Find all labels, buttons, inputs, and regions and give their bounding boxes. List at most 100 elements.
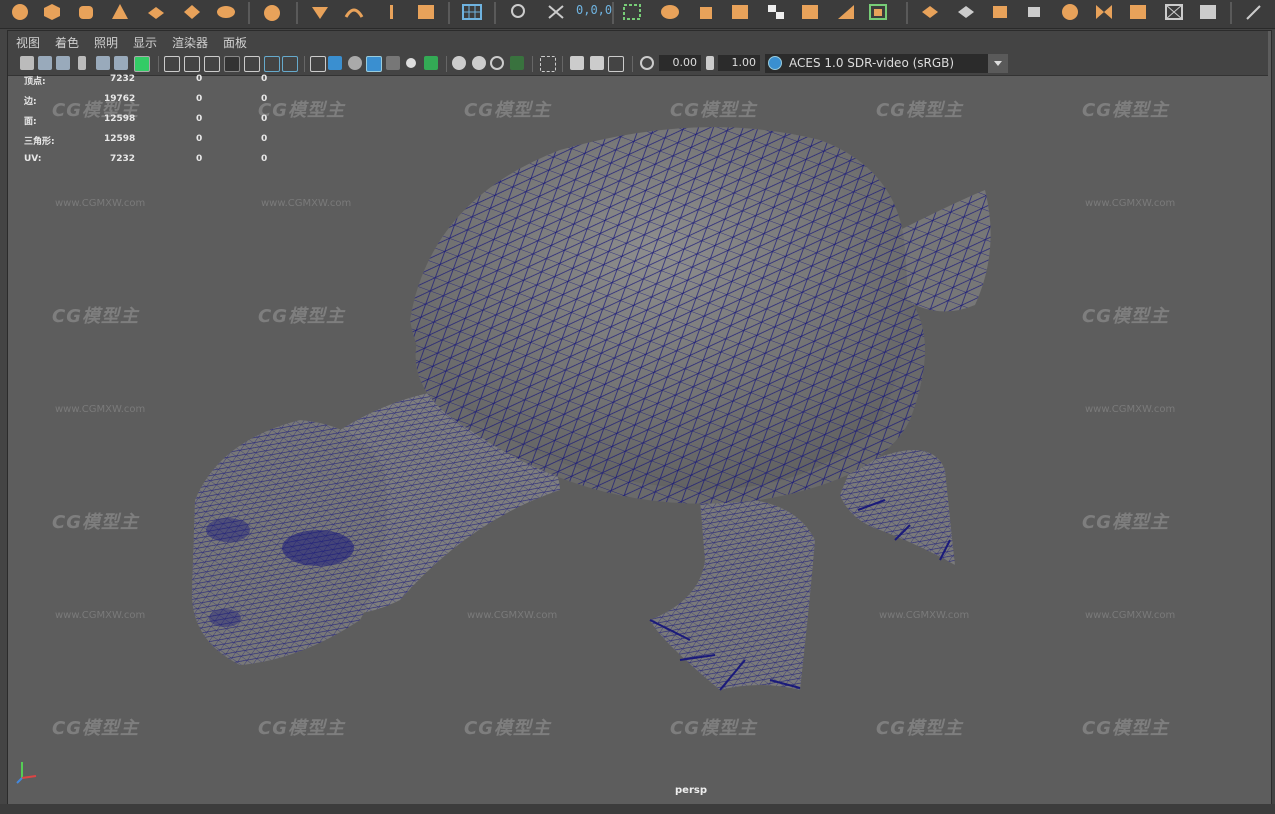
grid-icon[interactable] [462,3,482,21]
watermark-logo: CG模型主 [670,100,757,121]
hud-label-vertices: 顶点: [24,77,46,87]
bevel-icon[interactable] [836,3,856,21]
grease-pencil-icon[interactable] [114,56,128,70]
image-plane-icon[interactable] [78,56,86,70]
bookmark-icon[interactable] [56,56,70,70]
light-icon[interactable] [406,58,416,68]
motion-blur-icon[interactable] [472,56,486,70]
gamma-field[interactable]: 1.00 [718,55,760,71]
film-gate-icon[interactable] [184,56,200,72]
cube-icon[interactable] [42,3,62,21]
watermark-logo: CG模型主 [258,100,345,121]
shelf-separator [448,2,450,24]
hud-value: 0 [196,114,203,124]
menu-renderer[interactable]: 渲染器 [172,34,208,51]
wireframe-icon[interactable] [310,56,326,72]
gate-mask-icon[interactable] [224,56,240,72]
exposure-field[interactable]: 0.00 [659,55,701,71]
bounding-box-icon[interactable] [622,3,642,21]
hud-value: 0 [196,74,203,84]
exposure-icon[interactable] [640,56,654,70]
watermark-logo: CG模型主 [1082,718,1169,739]
watermark-url: www.CGMXW.com [261,198,352,209]
mesh-icon[interactable] [660,3,680,21]
render-view-icon[interactable] [1164,3,1184,21]
xray-joints-icon[interactable] [570,56,584,70]
color-space-dropdown[interactable]: ACES 1.0 SDR-video (sRGB) [765,54,1008,73]
2d-pan-icon[interactable] [96,56,110,70]
render-icon[interactable] [800,3,820,21]
torus-icon[interactable] [182,3,202,21]
camera-attributes-icon[interactable] [38,56,52,70]
text-icon[interactable] [416,3,436,21]
uv-icon[interactable] [730,3,750,21]
plane-icon[interactable] [146,3,166,21]
default-material-icon[interactable] [348,56,362,70]
pen-icon[interactable] [1244,3,1264,21]
paint-icon[interactable] [696,3,716,21]
depth-of-field-icon[interactable] [510,56,524,70]
color-management-icon[interactable] [768,56,782,70]
sphere-icon[interactable] [10,3,30,21]
chevron-down-icon[interactable] [988,54,1008,73]
safe-title-icon[interactable] [282,56,298,72]
panel-toolbar: 0.00 1.00 ACES 1.0 SDR-video (sRGB) [8,53,1268,76]
watermark-logo: CG模型主 [1082,100,1169,121]
safe-action-icon[interactable] [264,56,280,72]
watermark-logo: CG模型主 [464,100,551,121]
lattice-icon[interactable] [310,3,330,21]
resolution-gate-icon[interactable] [204,56,220,72]
pencil-icon[interactable] [134,56,150,72]
xray-active-icon[interactable] [590,56,604,70]
hud-label-edges: 边: [24,97,37,107]
extrude-icon[interactable] [868,3,888,21]
toolbar-separator [304,56,305,72]
hud-label-uvs: UV: [24,154,42,164]
render-icon[interactable] [1094,3,1114,21]
watermark-logo: CG模型主 [258,306,345,327]
menu-lighting[interactable]: 照明 [94,34,118,51]
cylinder-icon[interactable] [76,3,96,21]
screen-space-ao-icon[interactable] [452,56,466,70]
magnet-icon[interactable] [508,3,528,21]
frame-icon[interactable] [608,56,624,72]
watermark-url: www.CGMXW.com [1085,198,1176,209]
wireframe-on-shaded-icon[interactable] [366,56,382,72]
hud-value: 0 [261,154,268,164]
menu-show[interactable]: 显示 [133,34,157,51]
grid-toggle-icon[interactable] [164,56,180,72]
render-icon[interactable] [1198,3,1218,21]
menu-view[interactable]: 视图 [16,34,40,51]
shadows-icon[interactable] [424,56,438,70]
bridge-icon[interactable] [920,3,940,21]
bend-icon[interactable] [344,3,364,21]
append-icon[interactable] [956,3,976,21]
watermark-logo: CG模型主 [258,718,345,739]
camera-icon[interactable] [20,56,34,70]
render-icon[interactable] [1128,3,1148,21]
camera-name-label: persp [675,785,707,796]
pipe-icon[interactable] [216,3,236,21]
multisample-icon[interactable] [490,56,504,70]
turtle-model[interactable] [8,76,1269,802]
gamma-icon[interactable] [706,56,714,70]
snap-icon[interactable] [546,3,566,21]
isolate-select-icon[interactable] [540,56,556,72]
toolbar-separator [158,56,159,72]
menu-shading[interactable]: 着色 [55,34,79,51]
smooth-shade-icon[interactable] [328,56,342,70]
watermark-url: www.CGMXW.com [879,610,970,621]
color-space-label: ACES 1.0 SDR-video (sRGB) [789,56,955,70]
cone-icon[interactable] [110,3,130,21]
sculpt-icon[interactable] [262,3,282,21]
xray-icon[interactable] [386,56,400,70]
watermark-url: www.CGMXW.com [467,610,558,621]
box-icon[interactable] [1024,3,1044,21]
checker-icon[interactable] [766,3,786,21]
menu-panels[interactable]: 面板 [223,34,247,51]
field-chart-icon[interactable] [244,56,260,72]
toolbar-separator [562,56,563,72]
merge-icon[interactable] [990,3,1010,21]
joint-icon[interactable] [382,3,402,21]
render-view-icon[interactable] [1060,3,1080,21]
